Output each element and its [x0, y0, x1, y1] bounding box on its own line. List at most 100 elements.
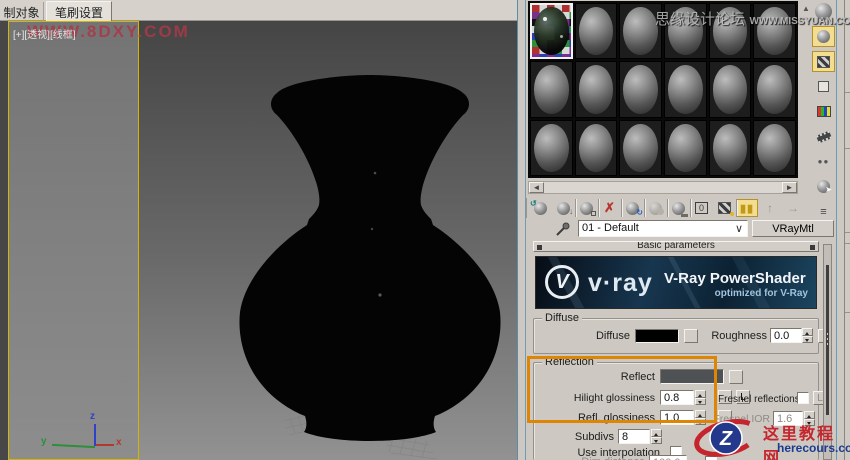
diffuse-group: Diffuse Diffuse Roughness 0.0 [533, 312, 832, 354]
material-sample-slot[interactable] [530, 119, 573, 176]
sample-uv-tiling-icon[interactable] [812, 76, 835, 97]
vray-brand-text: v·ray [588, 269, 653, 297]
options-icon[interactable]: ●● [812, 151, 835, 172]
axis-x-label: x [116, 437, 122, 448]
select-by-material-icon[interactable]: ➤ [812, 176, 835, 197]
dim-distance-field[interactable]: 100.0 [649, 455, 687, 460]
sample-window-toolbar: ●● ➤ ≡ [812, 0, 836, 240]
material-sample-sphere [712, 123, 748, 172]
scroll-left-icon[interactable]: ◄ [529, 182, 544, 193]
window-border-right [836, 0, 844, 460]
material-sample-sphere [578, 7, 614, 56]
annotation-highlight-box [527, 356, 717, 423]
material-sample-slot[interactable] [664, 61, 707, 118]
viewport-label[interactable]: [+][透视][线框] [13, 26, 76, 41]
top-tab-bar: 制对象 笔刷设置 [0, 0, 517, 21]
backlight-icon[interactable] [812, 26, 835, 47]
fresnel-reflections-checkbox[interactable] [797, 392, 809, 404]
chevron-down-icon[interactable]: ∨ [735, 222, 743, 235]
material-sample-slot[interactable] [619, 61, 662, 118]
material-sample-sphere [534, 65, 569, 114]
material-sample-slot[interactable] [664, 119, 707, 176]
vase-speck [378, 293, 382, 297]
params-vscroll-thumb[interactable] [826, 265, 829, 415]
show-end-result-icon[interactable]: ▮▮ [736, 199, 758, 217]
axis-x-line [96, 444, 114, 446]
diffuse-group-legend: Diffuse [542, 312, 583, 324]
banner-title: V-Ray PowerShader [664, 270, 806, 287]
material-sample-sphere [668, 123, 703, 172]
banner-subtitle: optimized for V-Ray [714, 288, 808, 299]
reflect-map-button[interactable] [729, 370, 743, 384]
background-panel-sliver [844, 0, 850, 460]
material-sample-slot[interactable] [530, 61, 573, 118]
subdivs-field[interactable]: 8 [618, 429, 650, 444]
assign-material-to-selection-icon[interactable] [575, 199, 597, 217]
axis-z-label: z [90, 411, 95, 422]
vray-logo-icon: V [545, 265, 579, 299]
material-sample-slot[interactable] [708, 119, 752, 176]
material-sample-slot[interactable] [574, 3, 618, 60]
diffuse-label: Diffuse [595, 330, 630, 342]
video-color-check-icon[interactable] [812, 101, 835, 122]
roughness-spinner[interactable] [802, 328, 813, 343]
site-logo-mark: Z [694, 419, 760, 457]
put-material-to-scene-icon[interactable]: ↓ [552, 199, 574, 217]
vase-silhouette[interactable] [239, 75, 501, 441]
pick-material-eyedropper-icon[interactable] [555, 221, 571, 237]
get-material-icon[interactable]: ↺ [529, 199, 551, 217]
material-sample-sphere [534, 7, 569, 56]
site-logo-domain: herecours.com [777, 441, 850, 455]
go-forward-to-sibling-icon[interactable]: → [782, 199, 804, 217]
viewport-left-active[interactable] [8, 21, 139, 460]
material-sample-sphere [623, 65, 658, 114]
tab-draw-object[interactable]: 制对象 [0, 2, 44, 21]
tab-brush-settings[interactable]: 笔刷设置 [46, 1, 112, 21]
subdivs-spinner[interactable] [651, 429, 662, 444]
site-logo-monogram: Z [719, 428, 733, 450]
axis-z-line [94, 424, 96, 446]
make-preview-icon[interactable] [812, 126, 835, 147]
scroll-right-icon[interactable]: ► [782, 182, 797, 193]
vray-banner: V v·ray V-Ray PowerShader optimized for … [535, 256, 817, 309]
palette-hscrollbar[interactable]: ◄ ► [528, 181, 798, 194]
material-sample-slot-selected[interactable] [530, 3, 573, 60]
diffuse-color-swatch[interactable] [635, 329, 679, 343]
fresnel-reflections-label: Fresnel reflections [718, 394, 800, 405]
put-to-library-icon[interactable] [667, 199, 689, 217]
material-name-row: 01 - Default ∨ VRayMtl [517, 220, 837, 240]
material-sample-slot[interactable] [708, 61, 752, 118]
material-sample-sphere [757, 65, 792, 114]
roughness-field[interactable]: 0.0 [770, 328, 802, 343]
vase-speck [373, 171, 377, 175]
material-sample-slot[interactable] [619, 119, 662, 176]
material-id-channel-icon[interactable]: 0 [690, 199, 712, 217]
vase-render [239, 75, 501, 460]
roughness-label: Roughness [711, 330, 767, 342]
material-sample-sphere [712, 65, 748, 114]
make-material-copy-icon[interactable]: ↻ [621, 199, 643, 217]
show-map-in-viewport-icon[interactable] [713, 199, 735, 217]
material-sample-slot[interactable] [753, 119, 796, 176]
material-sample-slot[interactable] [574, 61, 618, 118]
make-unique-icon[interactable] [644, 199, 666, 217]
subdivs-label: Subdivs [574, 431, 614, 443]
palette-watermark: 思缘设计论坛 WWW.MISSYUAN.COM [655, 11, 850, 28]
material-sample-slot[interactable] [753, 61, 796, 118]
reset-map-icon[interactable]: ✗ [598, 199, 620, 217]
material-sample-sphere [534, 123, 569, 172]
background-icon[interactable] [812, 51, 835, 72]
material-map-navigator-icon[interactable]: ≡ [812, 201, 835, 222]
material-name-dropdown[interactable]: 01 - Default ∨ [578, 220, 748, 237]
diffuse-map-button[interactable] [684, 329, 698, 343]
material-sample-sphere [623, 7, 658, 56]
material-editor-toolbar: ↺ ↓ ✗ ↻ 0 ▮▮ ↑ → [526, 198, 812, 218]
rollout-basic-parameters[interactable]: Basic parameters [533, 241, 819, 252]
viewport-perspective[interactable] [139, 21, 517, 460]
go-to-parent-icon[interactable]: ↑ [759, 199, 781, 217]
material-sample-slot[interactable] [574, 119, 618, 176]
material-type-button[interactable]: VRayMtl [752, 220, 834, 237]
material-sample-sphere [578, 65, 614, 114]
site-logo: Z 这里教程网 herecours.com [693, 417, 850, 460]
screenshot-root: 制对象 笔刷设置 [+][透视][线框] WWW.8DXY.COM z x y … [0, 0, 850, 460]
